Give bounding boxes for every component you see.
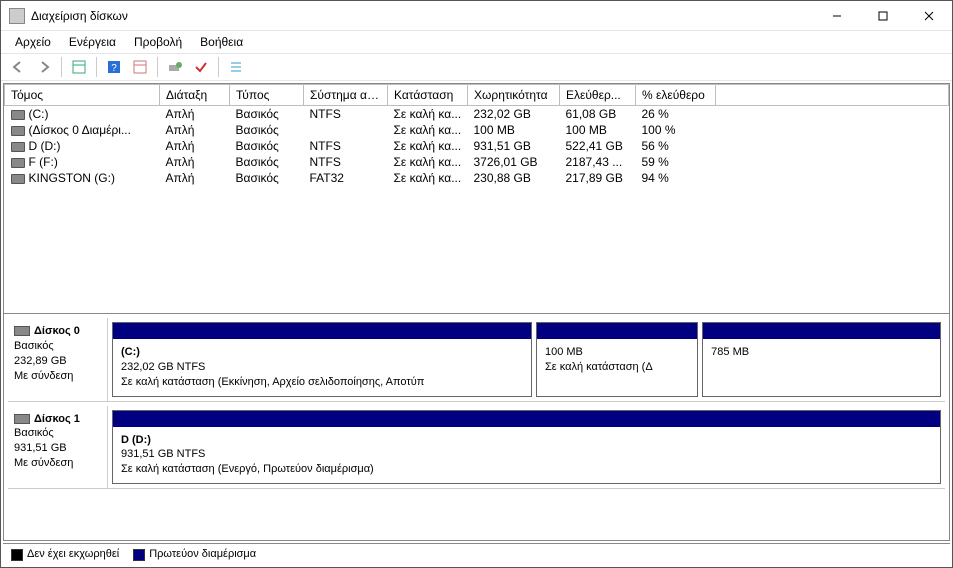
disk-info[interactable]: Δίσκος 1Βασικός931,51 GBΜε σύνδεση: [8, 406, 108, 489]
disk-graphical-pane[interactable]: Δίσκος 0Βασικός232,89 GBΜε σύνδεση(C:)23…: [4, 314, 949, 540]
view-button[interactable]: [68, 56, 90, 78]
legend-bar: Δεν έχει εκχωρηθεί Πρωτεύον διαμέρισμα: [3, 543, 950, 565]
refresh-button[interactable]: [164, 56, 186, 78]
menu-action[interactable]: Ενέργεια: [61, 33, 124, 51]
toolbar: ?: [1, 53, 952, 81]
volume-icon: [11, 174, 25, 184]
forward-button[interactable]: [33, 56, 55, 78]
separator-icon: [157, 57, 158, 77]
disk-icon: [14, 326, 30, 336]
volume-list-pane[interactable]: Τόμος Διάταξη Τύπος Σύστημα αρ... Κατάστ…: [4, 84, 949, 314]
table-header-row: Τόμος Διάταξη Τύπος Σύστημα αρ... Κατάστ…: [5, 85, 949, 106]
swatch-black-icon: [11, 549, 23, 561]
table-row[interactable]: (C:)ΑπλήΒασικόςNTFSΣε καλή κα...232,02 G…: [5, 106, 949, 123]
menu-help[interactable]: Βοήθεια: [192, 33, 251, 51]
app-icon: [9, 8, 25, 24]
content-area: Τόμος Διάταξη Τύπος Σύστημα αρ... Κατάστ…: [3, 83, 950, 541]
maximize-button[interactable]: [860, 1, 906, 31]
volume-icon: [11, 126, 25, 136]
disk-row: Δίσκος 0Βασικός232,89 GBΜε σύνδεση(C:)23…: [8, 318, 945, 402]
col-spacer: [716, 85, 949, 106]
col-free[interactable]: Ελεύθερ...: [560, 85, 636, 106]
disk-info[interactable]: Δίσκος 0Βασικός232,89 GBΜε σύνδεση: [8, 318, 108, 401]
window-title: Διαχείριση δίσκων: [31, 9, 814, 23]
swatch-navy-icon: [133, 549, 145, 561]
col-layout[interactable]: Διάταξη: [160, 85, 230, 106]
legend-unallocated: Δεν έχει εκχωρηθεί: [11, 548, 119, 560]
disk-icon: [14, 414, 30, 424]
table-row[interactable]: F (F:)ΑπλήΒασικόςNTFSΣε καλή κα...3726,0…: [5, 154, 949, 170]
close-button[interactable]: [906, 1, 952, 31]
volume-icon: [11, 110, 25, 120]
separator-icon: [96, 57, 97, 77]
minimize-button[interactable]: [814, 1, 860, 31]
legend-primary: Πρωτεύον διαμέρισμα: [133, 548, 256, 560]
table-row[interactable]: D (D:)ΑπλήΒασικόςNTFSΣε καλή κα...931,51…: [5, 138, 949, 154]
volume-icon: [11, 158, 25, 168]
col-volume[interactable]: Τόμος: [5, 85, 160, 106]
volume-icon: [11, 142, 25, 152]
titlebar[interactable]: Διαχείριση δίσκων: [1, 1, 952, 31]
menubar: Αρχείο Ενέργεια Προβολή Βοήθεια: [1, 31, 952, 53]
back-button[interactable]: [7, 56, 29, 78]
check-button[interactable]: [190, 56, 212, 78]
list-button[interactable]: [225, 56, 247, 78]
partition-container: D (D:)931,51 GB NTFSΣε καλή κατάσταση (Ε…: [108, 406, 945, 489]
partition[interactable]: D (D:)931,51 GB NTFSΣε καλή κατάσταση (Ε…: [112, 410, 941, 485]
partition-header-bar: [113, 323, 531, 339]
partition-header-bar: [537, 323, 697, 339]
separator-icon: [218, 57, 219, 77]
partition-container: (C:)232,02 GB NTFSΣε καλή κατάσταση (Εκκ…: [108, 318, 945, 401]
partition-header-bar: [113, 411, 940, 427]
col-status[interactable]: Κατάσταση: [388, 85, 468, 106]
menu-file[interactable]: Αρχείο: [7, 33, 59, 51]
partition[interactable]: (C:)232,02 GB NTFSΣε καλή κατάσταση (Εκκ…: [112, 322, 532, 397]
separator-icon: [61, 57, 62, 77]
disk-row: Δίσκος 1Βασικός931,51 GBΜε σύνδεσηD (D:)…: [8, 406, 945, 490]
col-type[interactable]: Τύπος: [230, 85, 304, 106]
disk-management-window: Διαχείριση δίσκων Αρχείο Ενέργεια Προβολ…: [0, 0, 953, 568]
help-button[interactable]: ?: [103, 56, 125, 78]
volume-table: Τόμος Διάταξη Τύπος Σύστημα αρ... Κατάστ…: [4, 84, 949, 186]
table-row[interactable]: KINGSTON (G:)ΑπλήΒασικόςFAT32Σε καλή κα.…: [5, 170, 949, 186]
menu-view[interactable]: Προβολή: [126, 33, 190, 51]
col-capacity[interactable]: Χωρητικότητα: [468, 85, 560, 106]
partition-header-bar: [703, 323, 940, 339]
col-pctfree[interactable]: % ελεύθερο: [636, 85, 716, 106]
table-row[interactable]: (Δίσκος 0 Διαμέρι...ΑπλήΒασικόςΣε καλή κ…: [5, 122, 949, 138]
settings-button[interactable]: [129, 56, 151, 78]
col-fs[interactable]: Σύστημα αρ...: [304, 85, 388, 106]
partition[interactable]: 100 MBΣε καλή κατάσταση (Δ: [536, 322, 698, 397]
svg-text:?: ?: [111, 63, 117, 74]
partition[interactable]: 785 MB: [702, 322, 941, 397]
